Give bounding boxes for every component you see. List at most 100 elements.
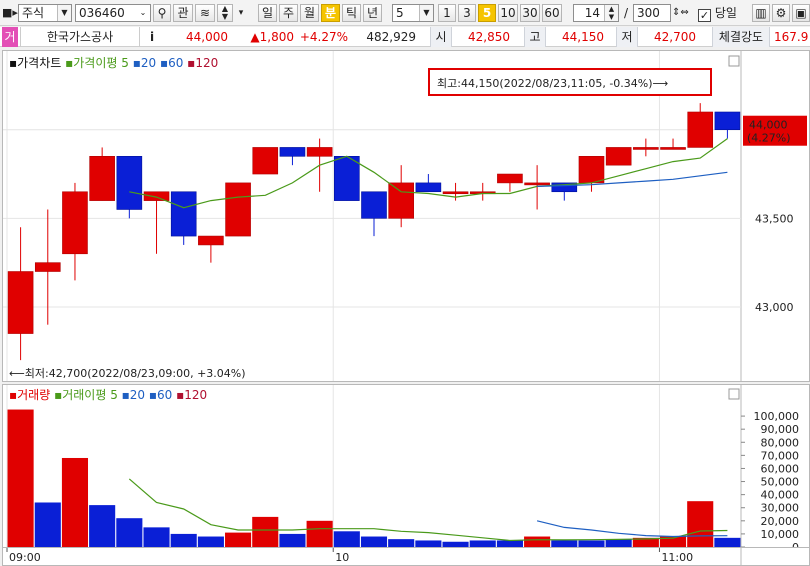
current-price-tag-value: 44,000 bbox=[749, 119, 788, 132]
y-tick-label: 50,000 bbox=[761, 476, 800, 489]
market-type-select[interactable]: 주식 ▼ bbox=[18, 4, 72, 22]
period-button-1[interactable]: 주 bbox=[279, 4, 298, 22]
up-down-icon[interactable]: ▲ ▼ bbox=[604, 5, 618, 21]
volume-bar bbox=[333, 531, 360, 547]
volume-bar bbox=[442, 541, 469, 547]
chevron-down-icon[interactable]: ▾ bbox=[235, 4, 247, 22]
chart-window: ■▸ 주식 ▼ 036460 ⌄ ⚲ 관 ≋ ▲ ▼ ▾ 일주월분틱년 5 ▼ 1… bbox=[0, 0, 810, 566]
total-count-input[interactable]: 300 bbox=[633, 4, 671, 22]
price-change: ▲1,800 bbox=[250, 30, 294, 44]
y-tick-label: 10,000 bbox=[761, 528, 800, 541]
volume-bar bbox=[252, 516, 279, 547]
x-axis-labels: 09:00 10 11:00 bbox=[6, 548, 742, 566]
candle-body bbox=[170, 191, 197, 237]
legend-marker: ▪ bbox=[54, 388, 62, 402]
slash-separator: / bbox=[623, 6, 629, 20]
volume-bar bbox=[469, 540, 496, 547]
y-tick-label: 100,000 bbox=[754, 410, 800, 423]
low-label: 저 bbox=[616, 27, 638, 47]
settings-button[interactable]: ⚙ bbox=[772, 4, 790, 22]
checkbox-check-icon[interactable]: ✓ bbox=[698, 9, 711, 22]
chevron-down-icon[interactable]: ▼ bbox=[419, 5, 433, 21]
volume-chart[interactable]: 100,00090,00080,00070,00060,00050,00040,… bbox=[3, 385, 809, 554]
period-button-3[interactable]: 분 bbox=[321, 4, 340, 22]
info-icon[interactable]: i bbox=[142, 27, 162, 47]
period-button-5[interactable]: 년 bbox=[363, 4, 382, 22]
legend-marker: ▪ bbox=[176, 388, 184, 402]
interval-button-5[interactable]: 60 bbox=[542, 4, 562, 22]
candle-body bbox=[660, 147, 686, 150]
price-chart-panel: 43,500 43,000 ▪가격차트 ▪가격이평 5 ▪20 ▪60 ▪120 최… bbox=[2, 50, 810, 382]
volume-bar bbox=[714, 537, 741, 547]
panel-close-icon[interactable] bbox=[728, 55, 740, 67]
chart-icon: ▥ bbox=[755, 6, 767, 20]
stock-code-input[interactable]: 036460 ⌄ bbox=[75, 4, 151, 22]
panel-toggle-icon[interactable]: ■▸ bbox=[2, 4, 18, 22]
candle-body bbox=[415, 182, 442, 193]
y-tick-label: 20,000 bbox=[761, 515, 800, 528]
candle-body bbox=[605, 147, 632, 166]
interval-button-3[interactable]: 10 bbox=[498, 4, 518, 22]
interval-button-2[interactable]: 5 bbox=[478, 4, 496, 22]
legend-title: 거래량 bbox=[17, 388, 54, 402]
save-button[interactable]: ▣ bbox=[792, 4, 810, 22]
y-tick-label: 40,000 bbox=[761, 489, 800, 502]
candle-body bbox=[7, 271, 34, 334]
candle-body bbox=[388, 182, 414, 219]
panel-close-icon[interactable] bbox=[728, 388, 740, 400]
x-tick-label: 10 bbox=[335, 551, 349, 564]
candle-body bbox=[34, 262, 61, 272]
interval-button-4[interactable]: 30 bbox=[520, 4, 540, 22]
candle-body bbox=[714, 111, 741, 131]
legend-ma-period: 20 bbox=[130, 388, 149, 402]
x-axis: 09:00 10 11:00 bbox=[2, 548, 810, 566]
legend-ma-period: 60 bbox=[168, 56, 187, 70]
volume-bar bbox=[551, 540, 578, 547]
legend-marker: ▪ bbox=[65, 56, 73, 70]
y-tick-label: 90,000 bbox=[761, 423, 800, 436]
same-day-label: 당일 bbox=[714, 6, 737, 20]
volume-bar bbox=[578, 540, 605, 547]
interval-button-1[interactable]: 3 bbox=[458, 4, 476, 22]
volume-chart-legend: ▪거래량 ▪거래이평 5 ▪20 ▪60 ▪120 bbox=[9, 388, 207, 402]
search-icon: ⚲ bbox=[157, 6, 167, 20]
volume-bar bbox=[116, 518, 143, 547]
same-day-checkbox[interactable]: ✓ 당일 bbox=[698, 4, 758, 22]
chart-type-button[interactable]: ▥ bbox=[752, 4, 770, 22]
stock-name[interactable]: 한국가스공사 bbox=[20, 27, 140, 47]
toolbar: ■▸ 주식 ▼ 036460 ⌄ ⚲ 관 ≋ ▲ ▼ ▾ 일주월분틱년 5 ▼ 1… bbox=[0, 0, 810, 26]
open-label: 시 bbox=[430, 27, 452, 47]
y-tick-label: 43,500 bbox=[755, 212, 794, 225]
candle-body bbox=[143, 191, 170, 201]
legend-ma-period: 5 bbox=[110, 388, 121, 402]
chevron-down-icon[interactable]: ▼ bbox=[57, 5, 71, 21]
low-price: 42,700 bbox=[654, 30, 696, 44]
search-button[interactable]: ⚲ bbox=[153, 4, 171, 22]
candle-body bbox=[497, 173, 523, 184]
legend-marker: ▪ bbox=[122, 388, 130, 402]
settings-wheel-button[interactable]: ≋ bbox=[195, 4, 215, 22]
low-annotation: ⟵최저:42,700(2022/08/23,09:00, +3.04%) bbox=[9, 367, 246, 380]
x-tick-label: 09:00 bbox=[9, 551, 41, 564]
watch-button[interactable]: 관 bbox=[173, 4, 193, 22]
volume-bar bbox=[7, 409, 34, 547]
market-badge: 거 bbox=[2, 27, 18, 47]
legend-marker: ▪ bbox=[187, 56, 195, 70]
price-chart[interactable]: 43,50043,000▪가격차트 ▪가격이평 5 ▪20 ▪60 ▪120 최… bbox=[3, 51, 809, 381]
volume-bar bbox=[34, 502, 61, 547]
legend-ma-label: 거래이평 bbox=[62, 388, 110, 402]
volume-bar bbox=[143, 527, 170, 547]
y-tick-label: 0 bbox=[792, 541, 799, 547]
period-button-0[interactable]: 일 bbox=[258, 4, 277, 22]
candle-body bbox=[306, 147, 333, 157]
chevron-down-icon[interactable]: ⌄ bbox=[136, 5, 150, 21]
interval-button-0[interactable]: 1 bbox=[438, 4, 456, 22]
interval-select[interactable]: 5 ▼ bbox=[392, 4, 434, 22]
period-button-2[interactable]: 월 bbox=[300, 4, 319, 22]
zoom-arrows-icon[interactable]: ⇕⇔ bbox=[672, 4, 689, 22]
volume-bar bbox=[89, 505, 116, 547]
period-button-4[interactable]: 틱 bbox=[342, 4, 361, 22]
candle-body bbox=[687, 111, 714, 148]
view-count-input[interactable]: 14 ▲ ▼ bbox=[573, 4, 619, 22]
stepper-button[interactable]: ▲ ▼ bbox=[217, 4, 233, 22]
